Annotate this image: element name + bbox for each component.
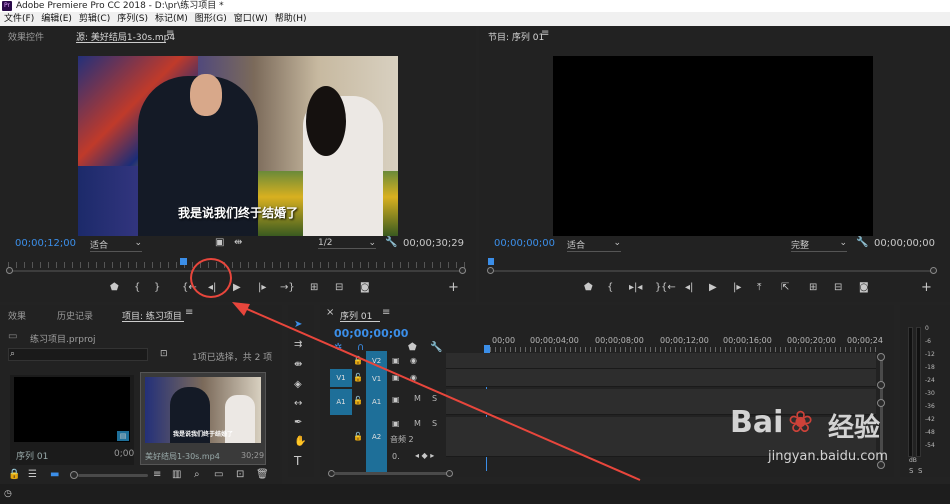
watermark-brand: Bai [730,405,784,440]
paw-icon: ❀ [788,405,814,440]
watermark-brand2: 经验 [828,413,881,443]
baidu-watermark: Bai ❀ 经验 jingyan.baidu.com [730,405,940,485]
watermark-url: jingyan.baidu.com [768,449,888,464]
